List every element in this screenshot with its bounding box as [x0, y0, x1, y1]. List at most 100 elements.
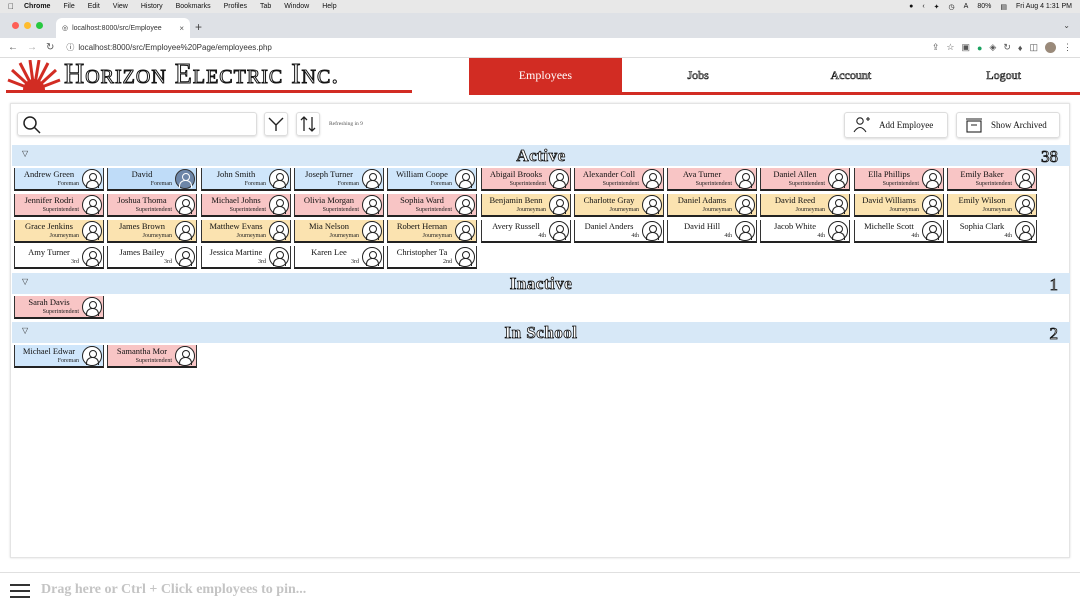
employee-card[interactable]: Olivia Morgan Superintendent — [294, 194, 384, 217]
extension-icon[interactable]: ● — [977, 43, 982, 53]
filter-button[interactable] — [264, 112, 288, 136]
menu-tab[interactable]: Tab — [260, 3, 271, 10]
new-tab-icon[interactable]: + — [195, 20, 202, 34]
employee-card[interactable]: Avery Russell 4th — [481, 220, 571, 243]
back-icon[interactable]: ← — [8, 42, 18, 53]
nav-employees[interactable]: Employees — [469, 58, 622, 92]
employee-card[interactable]: Grace Jenkins Journeyman — [14, 220, 104, 243]
employee-card[interactable]: John Smith Foreman — [201, 168, 291, 191]
employee-card[interactable]: David Hill 4th — [667, 220, 757, 243]
menu-icon[interactable] — [10, 582, 30, 600]
apple-icon[interactable]:  — [8, 2, 14, 11]
employee-card[interactable]: Sophia Ward Superintendent — [387, 194, 477, 217]
chevron-left-icon[interactable]: ‹ — [922, 3, 924, 10]
zoom-window-icon[interactable] — [36, 22, 43, 29]
employee-card[interactable]: David Williams Journeyman — [854, 194, 944, 217]
employee-card[interactable]: Samantha Mor Superintendent — [107, 345, 197, 368]
keyboard-icon[interactable]: A — [964, 3, 969, 10]
employee-card[interactable]: Robert Hernan Journeyman — [387, 220, 477, 243]
employee-card[interactable]: Sophia Clark 4th — [947, 220, 1037, 243]
browser-tab[interactable]: ◎ localhost:8000/src/Employee × — [56, 18, 190, 38]
employee-card[interactable]: Michelle Scott 4th — [854, 220, 944, 243]
employee-card[interactable]: Daniel Allen Superintendent — [760, 168, 850, 191]
site-info-icon[interactable]: ⓘ — [66, 42, 74, 53]
share-icon[interactable]: ⇪ — [932, 42, 940, 53]
section-header-in-school[interactable]: ▽ In School 2 — [12, 322, 1070, 343]
nav-jobs[interactable]: Jobs — [622, 58, 775, 92]
employee-card[interactable]: David Foreman — [107, 168, 197, 191]
company-logo[interactable]: Horizon Electric Inc. — [6, 58, 339, 92]
record-icon[interactable]: ● — [909, 3, 913, 10]
employee-card[interactable]: Jennifer Rodri Superintendent — [14, 194, 104, 217]
employee-card[interactable]: Daniel Anders 4th — [574, 220, 664, 243]
pin-bar[interactable]: Drag here or Ctrl + Click employees to p… — [0, 572, 1080, 608]
menu-window[interactable]: Window — [284, 3, 309, 10]
menu-help[interactable]: Help — [322, 3, 336, 10]
pin-icon[interactable]: ✦ — [934, 3, 940, 11]
extension-icon[interactable]: ◈ — [989, 42, 996, 53]
employee-card[interactable]: Karen Lee 3rd — [294, 246, 384, 269]
nav-logout[interactable]: Logout — [927, 58, 1080, 92]
employee-name: Michael Edwar — [22, 346, 76, 356]
address-bar[interactable]: ⓘ localhost:8000/src/Employee%20Page/emp… — [66, 42, 271, 53]
menu-profiles[interactable]: Profiles — [224, 3, 247, 10]
employee-card[interactable]: Abigail Brooks Superintendent — [481, 168, 571, 191]
control-center-icon[interactable]: ▤ — [1000, 3, 1007, 11]
employee-card[interactable]: William Coope Foreman — [387, 168, 477, 191]
employee-card[interactable]: Jessica Martine 3rd — [201, 246, 291, 269]
employee-card[interactable]: Benjamin Benn Journeyman — [481, 194, 571, 217]
employee-card[interactable]: Matthew Evans Journeyman — [201, 220, 291, 243]
employee-card[interactable]: Michael Edwar Foreman — [14, 345, 104, 368]
menu-view[interactable]: View — [113, 3, 128, 10]
minimize-window-icon[interactable] — [24, 22, 31, 29]
search-input[interactable] — [17, 112, 257, 136]
employee-card[interactable]: Charlotte Gray Journeyman — [574, 194, 664, 217]
employee-card[interactable]: Ella Phillips Superintendent — [854, 168, 944, 191]
employee-card[interactable]: Mia Nelson Journeyman — [294, 220, 384, 243]
employee-card[interactable]: Emily Wilson Journeyman — [947, 194, 1037, 217]
forward-icon[interactable]: → — [27, 42, 37, 53]
employee-card[interactable]: Daniel Adams Journeyman — [667, 194, 757, 217]
employee-card[interactable]: James Brown Journeyman — [107, 220, 197, 243]
employee-card[interactable]: Jacob White 4th — [760, 220, 850, 243]
employee-card[interactable]: Sarah Davis Superintendent — [14, 296, 104, 319]
close-window-icon[interactable] — [12, 22, 19, 29]
extension-icon[interactable]: ↻ — [1003, 42, 1011, 53]
tab-search-icon[interactable]: ⌄ — [1063, 21, 1070, 30]
menu-history[interactable]: History — [141, 3, 163, 10]
show-archived-button[interactable]: Show Archived — [956, 112, 1060, 138]
employee-card[interactable]: Alexander Coll Superintendent — [574, 168, 664, 191]
menu-file[interactable]: File — [63, 3, 74, 10]
menu-app-name[interactable]: Chrome — [24, 3, 50, 10]
menu-clock[interactable]: Fri Aug 4 1:31 PM — [1016, 3, 1072, 10]
more-menu-icon[interactable]: ⋮ — [1063, 42, 1072, 53]
battery-status[interactable]: 80% — [977, 3, 991, 10]
employee-card[interactable]: Christopher Ta 2nd — [387, 246, 477, 269]
section-header-active[interactable]: ▽ Active 38 — [12, 145, 1070, 166]
nav-account[interactable]: Account — [775, 58, 928, 92]
employee-card[interactable]: Michael Johns Superintendent — [201, 194, 291, 217]
employee-card[interactable]: David Reed Journeyman — [760, 194, 850, 217]
bookmark-star-icon[interactable]: ☆ — [946, 42, 954, 53]
profile-avatar[interactable] — [1045, 42, 1056, 53]
section-header-inactive[interactable]: ▽ Inactive 1 — [12, 273, 1070, 294]
close-tab-icon[interactable]: × — [179, 24, 184, 33]
menu-edit[interactable]: Edit — [88, 3, 100, 10]
employee-rank: Superintendent — [975, 181, 1012, 187]
puzzle-icon[interactable]: ♦ — [1018, 43, 1023, 53]
employee-card[interactable]: Joshua Thoma Superintendent — [107, 194, 197, 217]
clock-icon[interactable]: ◷ — [949, 3, 955, 11]
side-panel-icon[interactable]: ◫ — [1029, 42, 1038, 53]
employee-rank: 4th — [538, 233, 546, 239]
add-employee-button[interactable]: Add Employee — [844, 112, 948, 138]
employee-card[interactable]: Joseph Turner Foreman — [294, 168, 384, 191]
employee-card[interactable]: Andrew Green Foreman — [14, 168, 104, 191]
menu-bookmarks[interactable]: Bookmarks — [176, 3, 211, 10]
sort-button[interactable] — [296, 112, 320, 136]
reload-icon[interactable]: ↻ — [46, 42, 54, 53]
employee-card[interactable]: Ava Turner Superintendent — [667, 168, 757, 191]
extension-icon[interactable]: ▣ — [961, 42, 970, 53]
employee-card[interactable]: Emily Baker Superintendent — [947, 168, 1037, 191]
employee-card[interactable]: James Bailey 3rd — [107, 246, 197, 269]
employee-card[interactable]: Amy Turner 3rd — [14, 246, 104, 269]
